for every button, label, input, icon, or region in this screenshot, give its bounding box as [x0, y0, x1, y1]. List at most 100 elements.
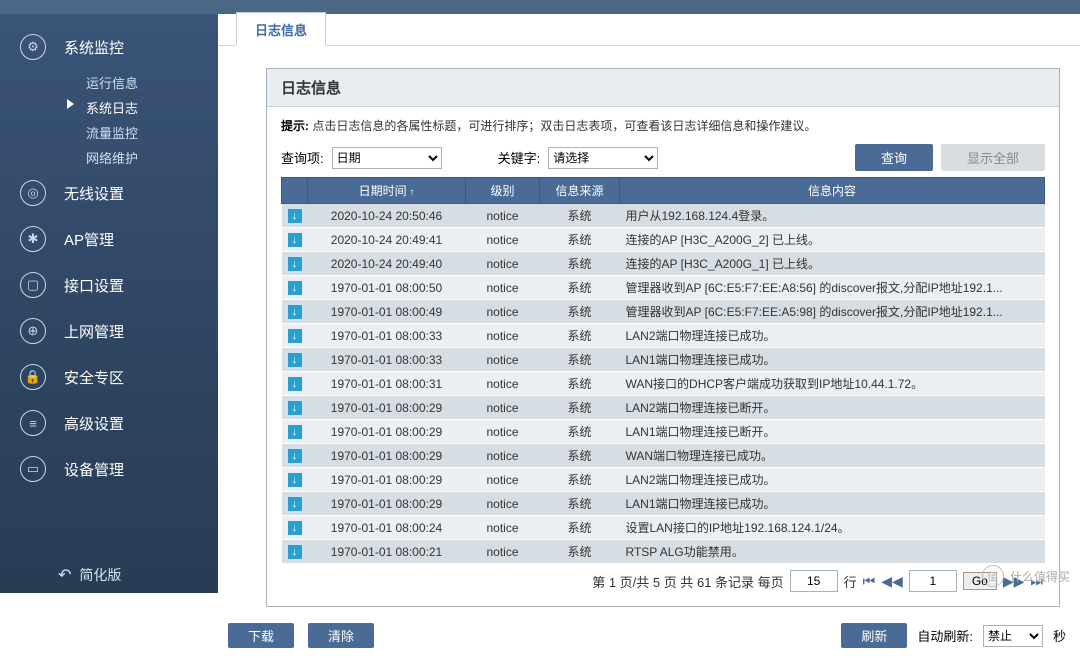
sidebar-sub-syslog[interactable]: 系统日志	[0, 95, 218, 120]
sidebar-item-wireless[interactable]: ◎无线设置	[0, 170, 218, 216]
info-icon: ↓	[288, 497, 302, 511]
sidebar-item-security[interactable]: 🔒 安全专区	[0, 354, 218, 400]
clear-button[interactable]: 清除	[308, 623, 374, 648]
row-source: 系统	[540, 324, 620, 348]
row-source: 系统	[540, 516, 620, 540]
row-content: WAN接口的DHCP客户端成功获取到IP地址10.44.1.72。	[620, 372, 1045, 396]
sidebar-sub-runtime[interactable]: 运行信息	[0, 70, 218, 95]
query-select[interactable]: 日期	[332, 147, 442, 169]
simplify-mode[interactable]: ↶简化版	[58, 565, 121, 585]
advanced-icon: ≡	[20, 410, 46, 436]
table-row[interactable]: ↓1970-01-01 08:00:29notice系统LAN1端口物理连接已断…	[282, 420, 1045, 444]
table-row[interactable]: ↓1970-01-01 08:00:29notice系统LAN2端口物理连接已断…	[282, 396, 1045, 420]
table-row[interactable]: ↓1970-01-01 08:00:33notice系统LAN2端口物理连接已成…	[282, 324, 1045, 348]
row-content: 管理器收到AP [6C:E5:F7:EE:A5:98] 的discover报文,…	[620, 300, 1045, 324]
prev-page-icon[interactable]: ◀◀	[881, 573, 903, 590]
lock-icon: 🔒	[20, 364, 46, 390]
row-content: 管理器收到AP [6C:E5:F7:EE:A8:56] 的discover报文,…	[620, 276, 1045, 300]
table-row[interactable]: ↓2020-10-24 20:49:40notice系统连接的AP [H3C_A…	[282, 252, 1045, 276]
info-icon: ↓	[288, 521, 302, 535]
row-content: LAN1端口物理连接已成功。	[620, 492, 1045, 516]
simplify-icon: ↶	[58, 565, 71, 585]
ap-icon: ✱	[20, 226, 46, 252]
table-row[interactable]: ↓2020-10-24 20:50:46notice系统用户从192.168.1…	[282, 204, 1045, 228]
row-content: 连接的AP [H3C_A200G_1] 已上线。	[620, 252, 1045, 276]
go-button[interactable]: Go	[963, 572, 997, 590]
sidebar-item-label: AP管理	[64, 229, 114, 250]
row-flag: ↓	[282, 372, 308, 396]
row-flag: ↓	[282, 276, 308, 300]
th-datetime[interactable]: 日期时间	[308, 178, 466, 204]
tabbar: 日志信息	[218, 14, 1080, 46]
row-level: notice	[466, 468, 540, 492]
row-datetime: 1970-01-01 08:00:21	[308, 540, 466, 564]
table-row[interactable]: ↓1970-01-01 08:00:29notice系统WAN端口物理连接已成功…	[282, 444, 1045, 468]
info-icon: ↓	[288, 281, 302, 295]
sidebar-item-device[interactable]: ▭设备管理	[0, 446, 218, 492]
pager-info: 第 1 页/共 5 页 共 61 条记录 每页	[592, 572, 783, 591]
row-level: notice	[466, 396, 540, 420]
row-datetime: 1970-01-01 08:00:33	[308, 348, 466, 372]
table-row[interactable]: ↓1970-01-01 08:00:33notice系统LAN1端口物理连接已成…	[282, 348, 1045, 372]
th-content[interactable]: 信息内容	[620, 178, 1045, 204]
table-row[interactable]: ↓1970-01-01 08:00:21notice系统RTSP ALG功能禁用…	[282, 540, 1045, 564]
row-level: notice	[466, 516, 540, 540]
last-page-icon[interactable]: ⏭	[1030, 573, 1043, 590]
table-row[interactable]: ↓2020-10-24 20:49:41notice系统连接的AP [H3C_A…	[282, 228, 1045, 252]
globe-icon: ⊕	[20, 318, 46, 344]
table-row[interactable]: ↓1970-01-01 08:00:50notice系统管理器收到AP [6C:…	[282, 276, 1045, 300]
per-page-input[interactable]	[790, 570, 838, 592]
row-level: notice	[466, 324, 540, 348]
row-content: LAN2端口物理连接已成功。	[620, 468, 1045, 492]
row-flag: ↓	[282, 444, 308, 468]
row-source: 系统	[540, 444, 620, 468]
th-source[interactable]: 信息来源	[540, 178, 620, 204]
th-flag[interactable]	[282, 178, 308, 204]
table-row[interactable]: ↓1970-01-01 08:00:29notice系统LAN1端口物理连接已成…	[282, 492, 1045, 516]
sidebar-item-label: 接口设置	[64, 275, 124, 296]
info-icon: ↓	[288, 449, 302, 463]
sidebar-sub-traffic[interactable]: 流量监控	[0, 120, 218, 145]
table-row[interactable]: ↓1970-01-01 08:00:24notice系统设置LAN接口的IP地址…	[282, 516, 1045, 540]
keyword-select[interactable]: 请选择	[548, 147, 658, 169]
row-flag: ↓	[282, 300, 308, 324]
sidebar-item-interface[interactable]: ▢接口设置	[0, 262, 218, 308]
table-row[interactable]: ↓1970-01-01 08:00:49notice系统管理器收到AP [6C:…	[282, 300, 1045, 324]
row-content: LAN2端口物理连接已断开。	[620, 396, 1045, 420]
next-page-icon[interactable]: ▶▶	[1003, 573, 1025, 590]
row-datetime: 1970-01-01 08:00:33	[308, 324, 466, 348]
info-icon: ↓	[288, 209, 302, 223]
sidebar-item-internet[interactable]: ⊕上网管理	[0, 308, 218, 354]
sidebar-item-advanced[interactable]: ≡高级设置	[0, 400, 218, 446]
first-page-icon[interactable]: ⏮	[863, 573, 876, 590]
row-source: 系统	[540, 204, 620, 228]
table-row[interactable]: ↓1970-01-01 08:00:29notice系统LAN2端口物理连接已成…	[282, 468, 1045, 492]
row-level: notice	[466, 420, 540, 444]
autorefresh-label: 自动刷新:	[917, 626, 973, 645]
page-input[interactable]	[909, 570, 957, 592]
row-level: notice	[466, 444, 540, 468]
row-level: notice	[466, 276, 540, 300]
refresh-button[interactable]: 刷新	[841, 623, 907, 648]
showall-button[interactable]: 显示全部	[941, 144, 1045, 171]
download-button[interactable]: 下载	[228, 623, 294, 648]
row-content: 设置LAN接口的IP地址192.168.124.1/24。	[620, 516, 1045, 540]
info-icon: ↓	[288, 425, 302, 439]
table-row[interactable]: ↓1970-01-01 08:00:31notice系统WAN接口的DHCP客户…	[282, 372, 1045, 396]
info-icon: ↓	[288, 329, 302, 343]
topbar	[0, 0, 1080, 14]
tab-loginfo[interactable]: 日志信息	[236, 12, 326, 46]
row-source: 系统	[540, 252, 620, 276]
autorefresh-select[interactable]: 禁止	[983, 625, 1043, 647]
row-content: LAN1端口物理连接已成功。	[620, 348, 1045, 372]
query-button[interactable]: 查询	[855, 144, 933, 171]
sidebar-item-label: 安全专区	[64, 367, 124, 388]
row-level: notice	[466, 372, 540, 396]
row-source: 系统	[540, 228, 620, 252]
sidebar-sub-netmaint[interactable]: 网络维护	[0, 145, 218, 170]
sidebar-item-monitor[interactable]: ⚙系统监控	[0, 24, 218, 70]
log-table: 日期时间 级别 信息来源 信息内容 ↓2020-10-24 20:50:46no…	[281, 177, 1045, 564]
sidebar-item-ap[interactable]: ✱ AP管理	[0, 216, 218, 262]
th-level[interactable]: 级别	[466, 178, 540, 204]
row-content: LAN1端口物理连接已断开。	[620, 420, 1045, 444]
